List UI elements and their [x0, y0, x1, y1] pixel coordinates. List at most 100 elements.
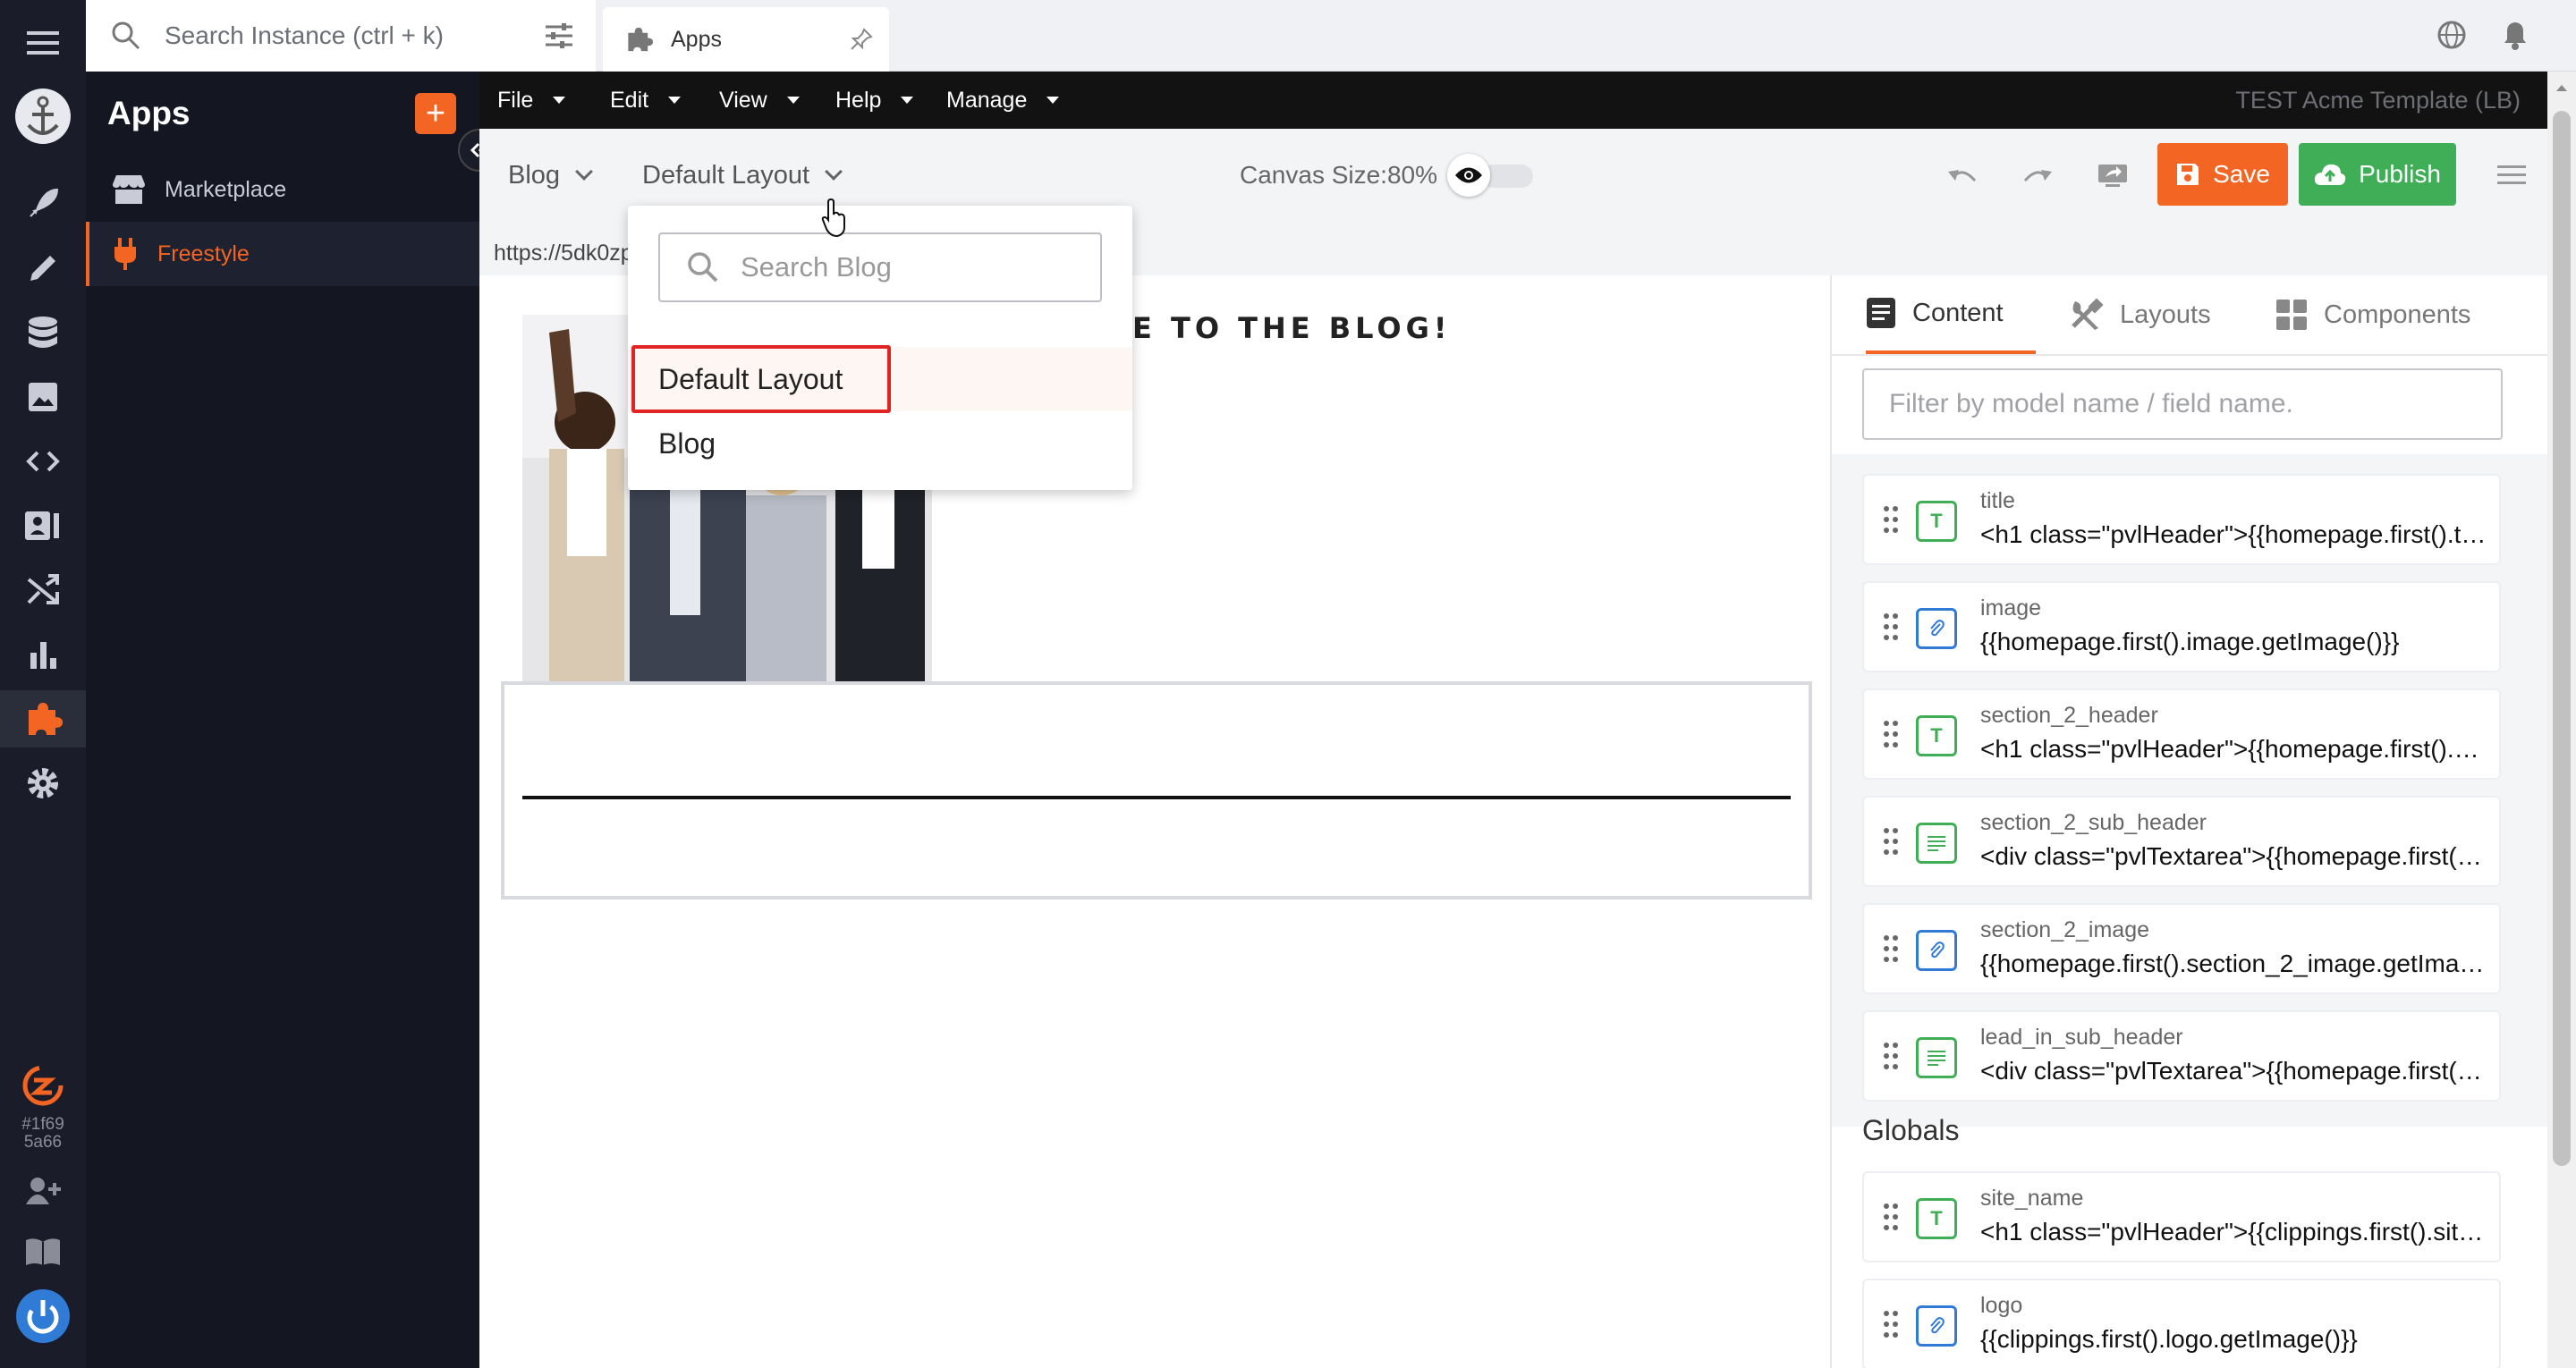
undo-icon[interactable]	[1943, 156, 1982, 195]
field-value: {{clippings.first().logo.getImage()}}	[1980, 1325, 2358, 1353]
tab-label: Components	[2324, 300, 2471, 329]
pencil-icon[interactable]	[0, 240, 86, 297]
drag-handle-icon[interactable]	[1882, 719, 1900, 749]
search-input[interactable]: Search Instance (ctrl + k)	[165, 21, 444, 50]
tab-components[interactable]: Components	[2275, 275, 2470, 354]
canvas-size-label: Canvas Size:80%	[1240, 161, 1438, 189]
filter-sliders-icon[interactable]	[544, 22, 574, 49]
globals-title: Globals	[1862, 1114, 1960, 1146]
fields-list: T title <h1 class="pvlHeader">{{homepage…	[1832, 454, 2547, 1368]
field-card[interactable]: T section_2_header <h1 class="pvlHeader"…	[1862, 688, 2501, 780]
save-button[interactable]: Save	[2157, 143, 2288, 206]
avatar[interactable]	[0, 88, 86, 145]
menu-edit[interactable]: Edit	[610, 72, 682, 129]
hamburger-menu-icon[interactable]	[0, 14, 86, 72]
instance-name: TEST Acme Template (LB)	[2235, 86, 2521, 114]
shuffle-icon[interactable]	[0, 562, 86, 619]
field-value: <h1 class="pvlHeader">{{clippings.first(…	[1980, 1218, 2490, 1246]
image-icon[interactable]	[0, 368, 86, 426]
icon-rail: #1f69 5a66	[0, 0, 86, 1368]
book-icon[interactable]	[0, 1223, 86, 1280]
menu-label: Help	[835, 87, 882, 113]
instance-search[interactable]: Search Instance (ctrl + k)	[86, 0, 596, 72]
hero-title[interactable]: E TO THE BLOG!	[1132, 311, 1451, 345]
model-select-value: Blog	[508, 160, 561, 190]
filter-placeholder: Filter by model name / field name.	[1889, 389, 2293, 418]
caret-down-icon	[668, 97, 682, 104]
textarea-field-icon	[1916, 823, 1957, 864]
account-id: #1f69 5a66	[21, 1115, 64, 1152]
drag-handle-icon[interactable]	[1882, 1202, 1900, 1232]
field-name: section_2_sub_header	[1980, 810, 2207, 835]
screen-share-icon[interactable]	[2093, 156, 2132, 195]
tab-divider	[1832, 354, 2547, 356]
option-label: Blog	[658, 426, 716, 460]
menu-manage[interactable]: Manage	[946, 72, 1060, 129]
add-user-icon[interactable]	[0, 1162, 86, 1220]
page-scrollbar[interactable]	[2547, 72, 2576, 1368]
gear-icon[interactable]	[0, 755, 86, 812]
drag-handle-icon[interactable]	[1882, 1041, 1900, 1071]
field-card[interactable]: image {{homepage.first().image.getImage(…	[1862, 581, 2501, 672]
paperclip-icon	[1916, 1305, 1957, 1347]
drag-handle-icon[interactable]	[1882, 826, 1900, 857]
sidebar-item-marketplace[interactable]: Marketplace	[86, 157, 479, 222]
menu-file[interactable]: File	[497, 72, 566, 129]
field-card[interactable]: logo {{clippings.first().logo.getImage()…	[1862, 1279, 2501, 1368]
bell-icon[interactable]	[2501, 18, 2529, 50]
chevron-down-icon	[825, 163, 843, 181]
pin-icon[interactable]	[850, 28, 873, 51]
field-card[interactable]: lead_in_sub_header <div class="pvlTextar…	[1862, 1010, 2501, 1102]
model-select[interactable]: Blog	[508, 129, 593, 222]
scrollbar-thumb[interactable]	[2553, 111, 2571, 1166]
redo-icon[interactable]	[2018, 156, 2057, 195]
drag-handle-icon[interactable]	[1882, 612, 1900, 642]
database-icon[interactable]	[0, 304, 86, 361]
add-app-button[interactable]: +	[415, 93, 456, 134]
drag-handle-icon[interactable]	[1882, 1309, 1900, 1339]
code-icon[interactable]	[0, 433, 86, 490]
globe-icon[interactable]	[2436, 20, 2467, 50]
sidebar-title: Apps	[107, 95, 191, 131]
rocket-icon[interactable]	[0, 175, 86, 232]
hamburger-menu-icon[interactable]	[2492, 156, 2531, 195]
scroll-up-arrow-icon[interactable]	[2555, 82, 2569, 93]
layout-search-input[interactable]: Search Blog	[658, 232, 1102, 302]
puzzle-icon[interactable]	[0, 690, 86, 747]
tab-apps[interactable]: Apps	[603, 7, 889, 72]
chevron-down-icon	[575, 163, 593, 181]
field-name: logo	[1980, 1293, 2023, 1318]
search-placeholder: Search Blog	[741, 251, 892, 283]
bar-chart-icon[interactable]	[0, 626, 86, 683]
power-icon[interactable]	[0, 1288, 86, 1345]
divider	[522, 796, 1791, 799]
sidebar-item-label: Freestyle	[157, 241, 250, 266]
preview-toggle[interactable]	[1447, 154, 1537, 197]
tab-content[interactable]: Content	[1866, 275, 2036, 354]
field-name: site_name	[1980, 1186, 2084, 1211]
field-name: title	[1980, 488, 2015, 513]
field-card[interactable]: T title <h1 class="pvlHeader">{{homepage…	[1862, 474, 2501, 565]
tab-layouts[interactable]: Layouts	[2070, 275, 2211, 354]
menu-label: Manage	[946, 87, 1028, 113]
search-icon	[688, 252, 718, 283]
text-field-icon: T	[1916, 715, 1957, 756]
brand-logo-icon	[0, 1057, 86, 1114]
section-block[interactable]	[501, 681, 1812, 899]
field-card[interactable]: section_2_sub_header <div class="pvlText…	[1862, 796, 2501, 887]
menu-view[interactable]: View	[719, 72, 800, 129]
publish-button[interactable]: Publish	[2299, 143, 2456, 206]
drag-handle-icon[interactable]	[1882, 504, 1900, 535]
sidebar-item-freestyle[interactable]: Freestyle	[86, 222, 479, 286]
tab-label: Apps	[671, 26, 722, 52]
field-card[interactable]: section_2_image {{homepage.first().secti…	[1862, 903, 2501, 994]
cloud-upload-icon	[2314, 164, 2346, 185]
drag-handle-icon[interactable]	[1882, 933, 1900, 964]
field-card[interactable]: T site_name <h1 class="pvlHeader">{{clip…	[1862, 1171, 2501, 1262]
menu-help[interactable]: Help	[835, 72, 914, 129]
layout-option-blog[interactable]: Blog	[628, 411, 1132, 476]
field-name: section_2_header	[1980, 703, 2158, 728]
contact-card-icon[interactable]	[0, 497, 86, 554]
field-filter-input[interactable]: Filter by model name / field name.	[1862, 368, 2503, 440]
layout-select-value: Default Layout	[642, 160, 810, 190]
